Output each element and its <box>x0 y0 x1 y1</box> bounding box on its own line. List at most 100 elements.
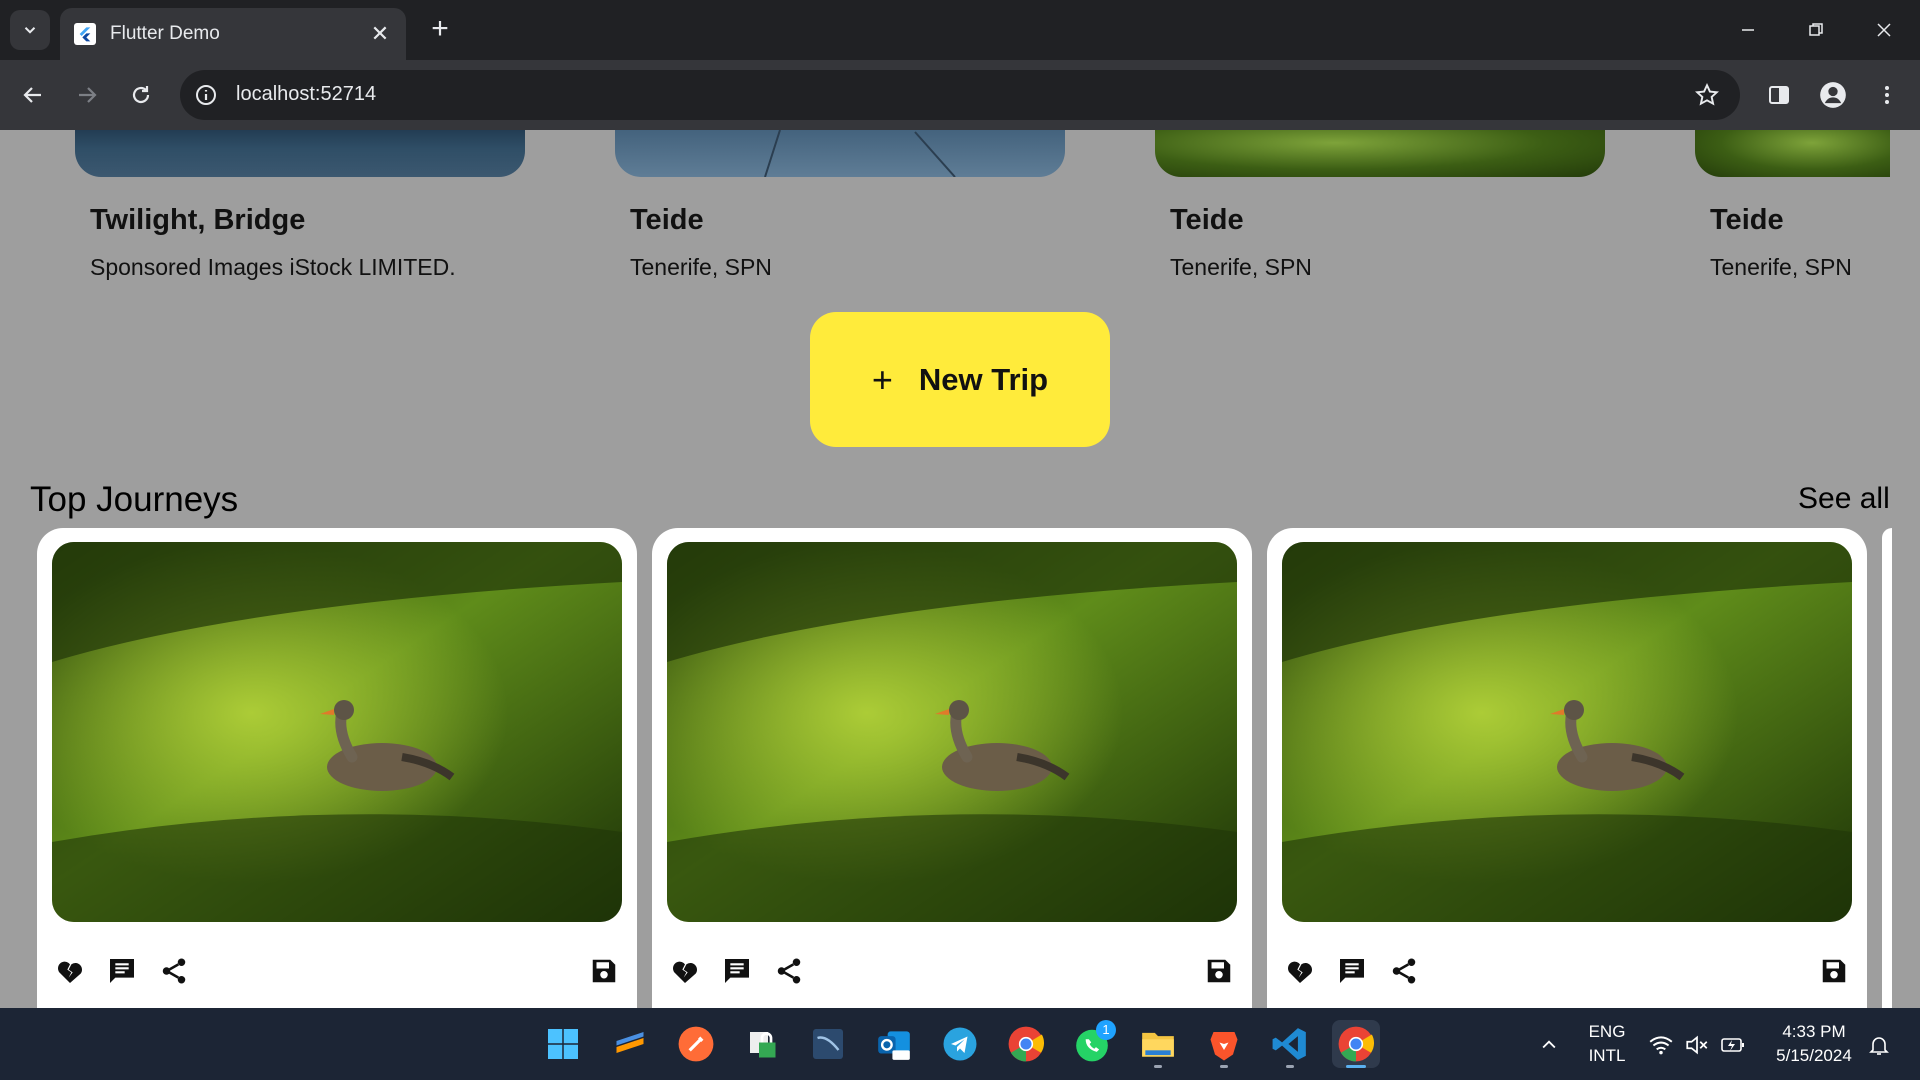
destination-subtitle: Tenerife, SPN <box>630 254 772 280</box>
chrome-icon <box>1008 1026 1045 1062</box>
start-button[interactable] <box>539 1020 587 1068</box>
forward-button[interactable] <box>70 78 104 112</box>
card-actions <box>1282 953 1852 993</box>
browser-menu-button[interactable] <box>1870 78 1904 112</box>
chevron-up-icon[interactable] <box>1536 1032 1562 1058</box>
tab-close-icon[interactable]: ✕ <box>368 21 392 47</box>
browser-titlebar: Flutter Demo ✕ + <box>0 0 1920 60</box>
share-icon[interactable] <box>771 953 807 989</box>
taskbar-app-mysql[interactable] <box>804 1020 852 1068</box>
taskbar-app-postman[interactable] <box>672 1020 720 1068</box>
share-icon[interactable] <box>1386 953 1422 989</box>
card-actions <box>52 953 622 993</box>
browser-tab[interactable]: Flutter Demo ✕ <box>60 8 406 60</box>
arrow-left-icon <box>23 87 41 103</box>
windows-icon <box>548 1029 578 1059</box>
taskbar-app-chrome-active[interactable] <box>1332 1020 1380 1068</box>
comment-icon[interactable] <box>104 953 140 989</box>
taskbar-app-explorer[interactable] <box>1134 1020 1182 1068</box>
save-icon[interactable] <box>586 953 622 989</box>
reload-button[interactable] <box>124 78 158 112</box>
language-indicator-bottom[interactable]: INTL <box>1582 1046 1632 1066</box>
battery-charging-icon[interactable] <box>1720 1032 1746 1058</box>
address-bar[interactable]: localhost:52714 <box>180 70 1740 120</box>
journey-image[interactable] <box>1282 542 1852 922</box>
browser-toolbar: localhost:52714 <box>0 60 1920 130</box>
heart-broken-icon[interactable] <box>1282 953 1318 989</box>
mysql-workbench-icon <box>813 1029 843 1059</box>
profile-button[interactable] <box>1816 78 1850 112</box>
outlook-icon <box>878 1031 910 1060</box>
heart-broken-icon[interactable] <box>667 953 703 989</box>
destination-image[interactable] <box>615 130 1065 177</box>
destination-image[interactable] <box>1155 130 1605 177</box>
new-tab-button[interactable]: + <box>424 14 456 46</box>
taskbar-app-brave[interactable] <box>1200 1020 1248 1068</box>
flutter-icon <box>74 23 96 45</box>
destination-title: Teide <box>630 204 704 236</box>
more-vert-icon <box>1885 86 1889 104</box>
lock-network-icon <box>750 1032 776 1058</box>
taskbar-app-vscode[interactable] <box>1266 1020 1314 1068</box>
notification-badge: 1 <box>1096 1020 1116 1040</box>
clock-time[interactable]: 4:33 PM <box>1764 1022 1864 1042</box>
site-info-icon[interactable] <box>194 83 218 107</box>
bookmark-star-icon[interactable] <box>1694 82 1720 108</box>
restore-button[interactable] <box>1796 12 1836 48</box>
journey-image[interactable] <box>667 542 1237 922</box>
destination-title: Twilight, Bridge <box>90 204 306 236</box>
notification-bell-icon[interactable] <box>1866 1032 1892 1058</box>
volume-muted-icon[interactable] <box>1684 1032 1710 1058</box>
journey-card-partial[interactable] <box>1882 528 1892 1008</box>
save-icon[interactable] <box>1816 953 1852 989</box>
section-title: Top Journeys <box>30 480 239 519</box>
taskbar-app-telegram[interactable] <box>936 1020 984 1068</box>
taskbar-app-vpn[interactable] <box>738 1020 786 1068</box>
heart-broken-icon[interactable] <box>52 953 88 989</box>
destination-image[interactable] <box>75 130 525 177</box>
postman-icon <box>678 1026 714 1062</box>
taskbar: 1 ENG INTL 4:33 PM 5/15/2024 <box>0 1008 1920 1080</box>
language-indicator-top[interactable]: ENG <box>1582 1022 1632 1042</box>
telegram-icon <box>943 1027 977 1061</box>
save-icon[interactable] <box>1201 953 1237 989</box>
arrow-right-icon <box>79 87 97 103</box>
url-text[interactable]: localhost:52714 <box>236 83 376 106</box>
minimize-button[interactable] <box>1728 12 1768 48</box>
plus-icon: + <box>871 358 893 400</box>
chevron-down-icon <box>24 27 36 34</box>
see-all-link[interactable]: See all <box>1798 482 1890 516</box>
reload-icon <box>132 86 150 104</box>
taskbar-app-chrome[interactable] <box>1002 1020 1050 1068</box>
destination-title: Teide <box>1170 204 1244 236</box>
tab-title: Flutter Demo <box>110 23 220 44</box>
new-trip-button[interactable]: + New Trip <box>810 312 1110 447</box>
tab-search-button[interactable] <box>10 10 50 50</box>
comment-icon[interactable] <box>719 953 755 989</box>
journey-card[interactable] <box>1267 528 1867 1008</box>
side-panel-icon <box>1769 86 1789 104</box>
vscode-icon <box>1272 1028 1306 1060</box>
journey-card[interactable] <box>37 528 637 1008</box>
journey-image[interactable] <box>52 542 622 922</box>
card-actions <box>667 953 1237 993</box>
close-window-button[interactable] <box>1864 12 1904 48</box>
taskbar-app-whatsapp[interactable]: 1 <box>1068 1020 1116 1068</box>
journey-card[interactable] <box>652 528 1252 1008</box>
destination-image[interactable] <box>1695 130 1890 177</box>
profile-icon <box>1820 82 1846 108</box>
wifi-icon[interactable] <box>1648 1032 1674 1058</box>
clock-date[interactable]: 5/15/2024 <box>1764 1046 1864 1066</box>
sublime-icon <box>616 1032 644 1053</box>
side-panel-button[interactable] <box>1762 78 1796 112</box>
new-trip-label: New Trip <box>918 361 1049 397</box>
destination-title: Teide <box>1710 204 1784 236</box>
destination-subtitle: Sponsored Images iStock LIMITED. <box>90 254 456 280</box>
taskbar-app-outlook[interactable] <box>870 1020 918 1068</box>
brave-icon <box>1210 1032 1238 1061</box>
share-icon[interactable] <box>156 953 192 989</box>
back-button[interactable] <box>16 78 50 112</box>
comment-icon[interactable] <box>1334 953 1370 989</box>
folder-icon <box>1142 1032 1174 1057</box>
taskbar-app-files[interactable] <box>606 1020 654 1068</box>
